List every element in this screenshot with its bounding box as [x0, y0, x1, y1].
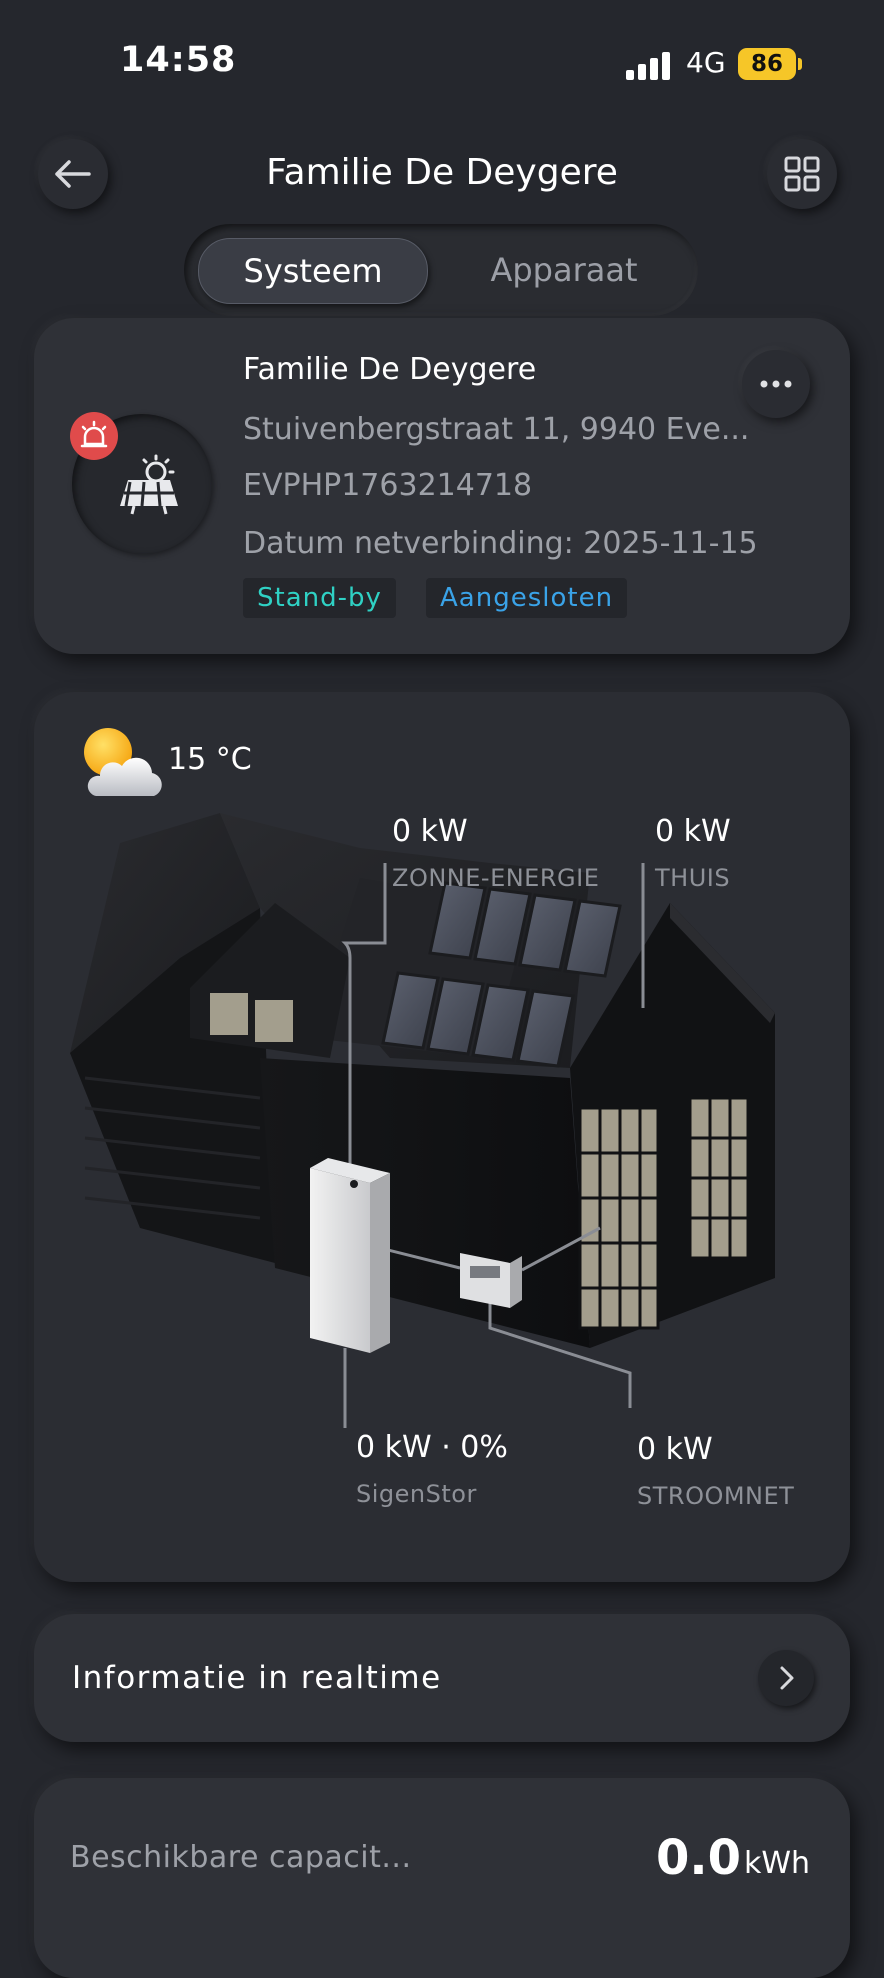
status-badge-connected: Aangesloten — [426, 578, 628, 618]
weather-partly-cloudy-icon — [84, 728, 162, 796]
more-icon — [760, 380, 792, 388]
tab-systeem[interactable]: Systeem — [198, 238, 428, 304]
battery-value: 0 kW · 0% — [356, 1430, 508, 1465]
home-label: THUIS — [655, 864, 731, 892]
alarm-icon — [70, 412, 118, 460]
back-arrow-icon — [55, 160, 91, 188]
tab-apparaat[interactable]: Apparaat — [444, 238, 684, 302]
tab-switcher: Systeem Apparaat — [184, 224, 698, 316]
solar-value: 0 kW — [392, 814, 468, 849]
page-title: Familie De Deygere — [266, 152, 618, 193]
capacity-label: Beschikbare capacit... — [70, 1840, 412, 1875]
house-illustration — [70, 813, 775, 1428]
capacity-unit: kWh — [744, 1846, 811, 1881]
home-value: 0 kW — [655, 814, 731, 849]
grid-view-button[interactable] — [767, 139, 837, 209]
status-time: 14:58 — [120, 40, 237, 80]
more-button[interactable] — [742, 350, 810, 418]
signal-icon — [626, 52, 670, 80]
system-name: Familie De Deygere — [243, 352, 537, 387]
status-badge-standby: Stand-by — [243, 578, 396, 618]
grid-view-icon — [784, 156, 820, 192]
realtime-info-button[interactable] — [758, 1650, 814, 1706]
chevron-right-icon — [780, 1666, 794, 1690]
capacity-value: 0.0 — [656, 1830, 742, 1886]
battery-icon: 86 — [738, 48, 802, 80]
grid-connection-date: Datum netverbinding: 2025-11-15 — [243, 526, 758, 561]
system-serial: EVPHP1763214718 — [243, 468, 533, 503]
battery-label: SigenStor — [356, 1480, 477, 1508]
network-type: 4G — [686, 46, 726, 79]
realtime-info-label: Informatie in realtime — [72, 1660, 442, 1696]
temperature: 15 °C — [168, 742, 252, 777]
grid-label: STROOMNET — [637, 1482, 795, 1510]
back-button[interactable] — [38, 139, 108, 209]
solar-label: ZONNE-ENERGIE — [392, 864, 600, 892]
battery-level: 86 — [738, 48, 796, 80]
grid-value: 0 kW — [637, 1432, 713, 1467]
system-address: Stuivenbergstraat 11, 9940 Eve... — [243, 412, 750, 447]
